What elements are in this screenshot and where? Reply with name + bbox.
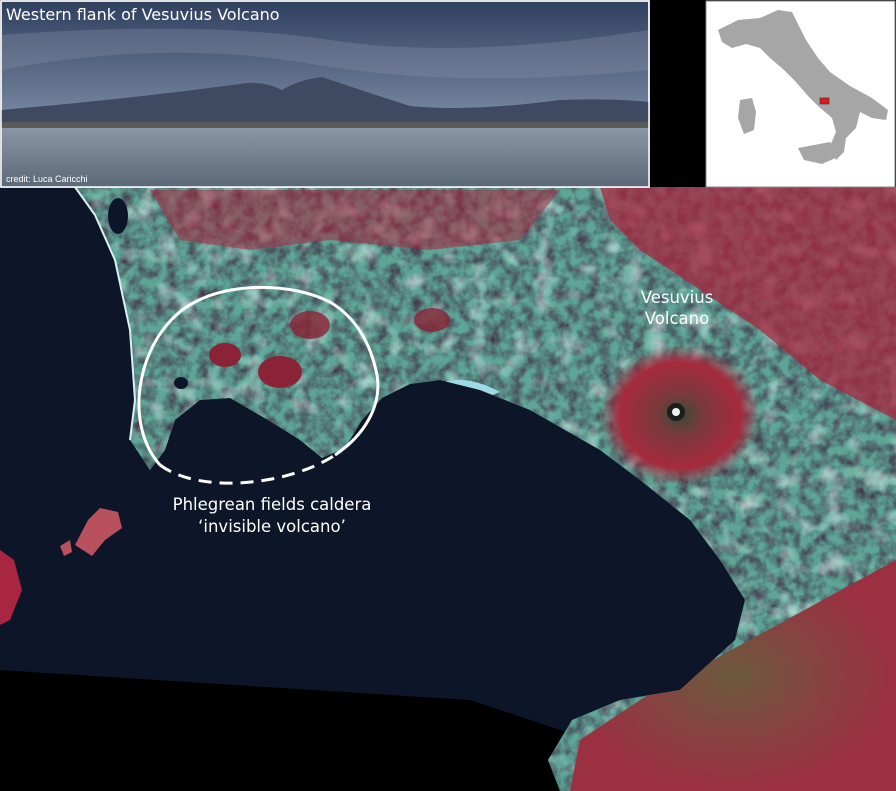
vesuvius-label-line1: Vesuvius	[641, 288, 714, 307]
phlegrean-label-line2: ‘invisible volcano’	[198, 517, 346, 536]
italy-locator-map	[705, 0, 896, 188]
satellite-map: Vesuvius Volcano Phlegrean fields calder…	[0, 0, 896, 791]
vesuvius-label-line2: Volcano	[645, 309, 709, 328]
study-area-marker	[819, 97, 830, 105]
phlegrean-label-line1: Phlegrean fields caldera	[173, 495, 372, 514]
photo-title: Western flank of Vesuvius Volcano	[6, 5, 280, 24]
photo-inset: Western flank of Vesuvius Volcano credit…	[0, 0, 650, 188]
photo-credit: credit: Luca Caricchi	[6, 174, 88, 184]
